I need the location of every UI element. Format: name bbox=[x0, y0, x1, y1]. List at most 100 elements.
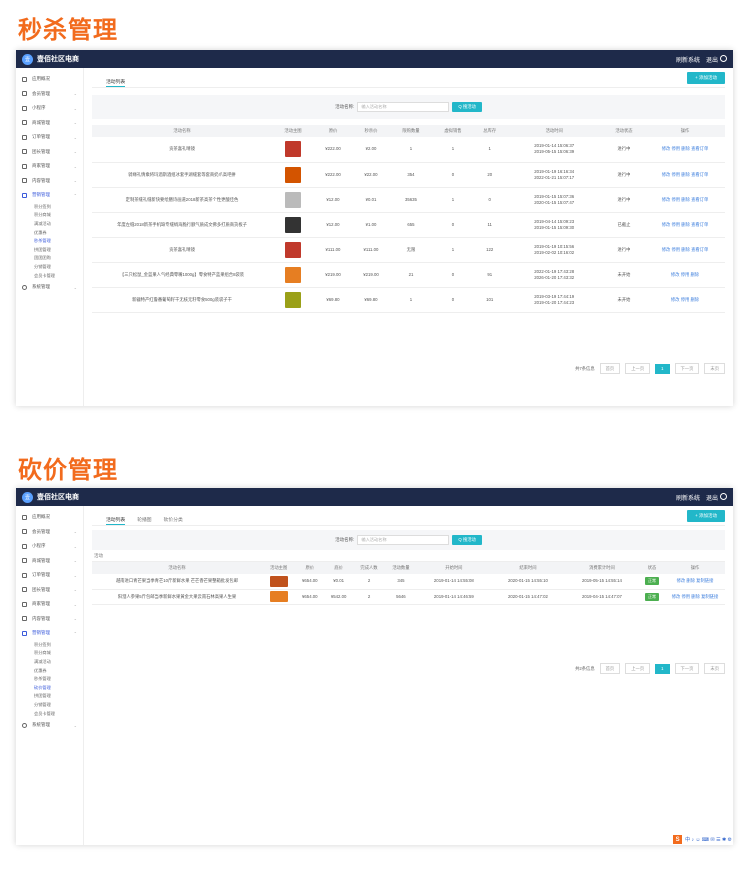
product-thumbnail bbox=[285, 191, 301, 208]
sidebar-subitem[interactable]: 会员卡管理 bbox=[16, 709, 83, 718]
row-actions[interactable]: 修改 停用 删除 bbox=[645, 287, 725, 313]
sidebar-subitem-seckill[interactable]: 秒杀管理 bbox=[16, 237, 83, 246]
last-page-button[interactable]: 末页 bbox=[704, 363, 725, 374]
logout-button[interactable]: 退出 bbox=[706, 54, 727, 64]
thumbnail-cell bbox=[272, 187, 314, 213]
sidebar-item-leaders[interactable]: 团长管理 ⌄ bbox=[16, 145, 83, 160]
sidebar-subitem[interactable]: 拼团管理 bbox=[16, 245, 83, 254]
product-name: 定制茶缝礼缝新快要绘膳诗画道2018新茶高茶个性更酸佳色 bbox=[92, 187, 272, 213]
search-input[interactable]: 输入活动名称 bbox=[357, 535, 450, 545]
product-thumbnail bbox=[269, 591, 288, 602]
status-text: 进行中 bbox=[602, 237, 645, 263]
row-actions[interactable]: 修改 删除 复制链接 bbox=[665, 574, 725, 590]
sidebar-item-label: 订单管理 bbox=[32, 572, 50, 578]
column-header: 秒杀价 bbox=[351, 125, 390, 137]
first-page-button[interactable]: 首页 bbox=[599, 663, 621, 674]
sidebar-subitem[interactable]: 满减活动 bbox=[16, 220, 83, 229]
sidebar-item-merchants[interactable]: 商家管理 ⌄ bbox=[16, 159, 83, 174]
prev-page-button[interactable]: 上一页 bbox=[625, 663, 651, 674]
refresh-button[interactable]: 刷新系统 bbox=[676, 493, 700, 502]
sidebar-subitem-bargain[interactable]: 砍价管理 bbox=[16, 683, 83, 692]
chevron-down-icon: ⌄ bbox=[73, 284, 77, 290]
sidebar-subitem[interactable]: 积分签到 bbox=[16, 641, 83, 650]
sidebar-subitem[interactable]: 会员卡管理 bbox=[16, 271, 83, 280]
virtual-sales: 0 bbox=[431, 162, 474, 188]
row-actions[interactable]: 修改 停用 删除 查看订单 bbox=[645, 237, 725, 263]
search-button[interactable]: Q 搜活动 bbox=[452, 102, 482, 112]
row-actions[interactable]: 修改 停用 删除 bbox=[645, 262, 725, 288]
sidebar-item-overview[interactable]: 应用概况 bbox=[16, 510, 83, 525]
sidebar-subitem[interactable]: 优惠券 bbox=[16, 228, 83, 237]
sidebar-item-members[interactable]: 会员管理 ⌄ bbox=[16, 525, 83, 540]
sidebar-subitem[interactable]: 团团团购 bbox=[16, 254, 83, 263]
activity-time: 2019-04-14 15:09:23 2019-01-15 15:09:30 bbox=[505, 212, 603, 238]
sidebar-subitem[interactable]: 积分商城 bbox=[16, 649, 83, 658]
page-1-button[interactable]: 1 bbox=[655, 663, 670, 674]
sidebar-subitem[interactable]: 秒杀管理 bbox=[16, 675, 83, 684]
row-actions[interactable]: 修改 停用 删除 查看订单 bbox=[645, 212, 725, 238]
sidebar-item-miniapp[interactable]: 小程序 ⌄ bbox=[16, 539, 83, 554]
sidebar-item-label: 小程序 bbox=[32, 543, 46, 549]
page-1-button[interactable]: 1 bbox=[655, 363, 670, 374]
sidebar: 应用概况 会员管理 ⌄ 小程序 ⌄ 商城管理 ⌄ 订单管理 ⌄ 团长管理 ⌄ 商家管理 ⌄ … bbox=[16, 68, 84, 406]
input-method-icon[interactable]: S bbox=[673, 835, 683, 844]
sidebar-subitem[interactable]: 拼团管理 bbox=[16, 692, 83, 701]
logout-button[interactable]: 退出 bbox=[706, 492, 727, 502]
limit-quantity: 无限 bbox=[389, 237, 432, 263]
table-row: 新疆特产红鲁番葡萄籽干无核无籽零食500g装袋子干 ¥69.80 ¥69.80 1 0 1… bbox=[92, 287, 725, 313]
merchant-icon bbox=[22, 601, 27, 607]
sidebar-subitem[interactable]: 分销管理 bbox=[16, 263, 83, 272]
tab-activity-list[interactable]: 活动列表 bbox=[106, 74, 126, 87]
activity-time: 2019-01-14 15:06:37 2019-05-15 15:06:39 bbox=[505, 137, 603, 163]
sidebar-item-marketing[interactable]: 营销管理 ⌃ bbox=[16, 188, 83, 203]
tab-bargain-category[interactable]: 砍价分类 bbox=[164, 512, 183, 525]
sidebar-item-miniapp[interactable]: 小程序 ⌄ bbox=[16, 101, 83, 116]
add-activity-button[interactable]: + 添加活动 bbox=[687, 72, 725, 84]
prev-page-button[interactable]: 上一页 bbox=[625, 363, 651, 374]
row-actions[interactable]: 修改 停用 删除 查看订单 bbox=[645, 137, 725, 163]
product-name: 【三只松鼠_金蓝果人气经典零嘴1000g】零食特产蓝果组合8袋装 bbox=[92, 262, 272, 288]
sidebar-item-shop[interactable]: 商城管理 ⌄ bbox=[16, 554, 83, 569]
tab-carousel[interactable]: 轮播图 bbox=[137, 512, 151, 525]
next-page-button[interactable]: 下一页 bbox=[674, 663, 700, 674]
sidebar-subitem[interactable]: 优惠券 bbox=[16, 666, 83, 675]
sidebar-item-overview[interactable]: 应用概况 bbox=[16, 72, 83, 87]
seckill-price: ¥111.00 bbox=[351, 237, 390, 263]
sidebar-item-content[interactable]: 内容管理 ⌄ bbox=[16, 612, 83, 627]
search-bar: 活动名称: 输入活动名称 Q 搜活动 bbox=[92, 95, 725, 119]
refresh-button[interactable]: 刷新系统 bbox=[676, 55, 700, 64]
sidebar-subitem[interactable]: 积分商城 bbox=[16, 211, 83, 220]
sidebar-item-leaders[interactable]: 团长管理 ⌄ bbox=[16, 583, 83, 598]
sidebar-item-members[interactable]: 会员管理 ⌄ bbox=[16, 87, 83, 102]
exit-icon bbox=[720, 54, 727, 62]
original-price: ¥111.00 bbox=[314, 237, 352, 263]
row-actions[interactable]: 修改 停用 删除 查看订单 bbox=[645, 162, 725, 188]
sidebar-item-content[interactable]: 内容管理 ⌄ bbox=[16, 174, 83, 189]
add-activity-button[interactable]: + 添加活动 bbox=[687, 510, 725, 522]
sidebar-subitem[interactable]: 满减活动 bbox=[16, 658, 83, 667]
sidebar-item-orders[interactable]: 订单管理 ⌄ bbox=[16, 568, 83, 583]
sidebar-item-merchants[interactable]: 商家管理 ⌄ bbox=[16, 597, 83, 612]
shop-icon bbox=[22, 558, 27, 564]
column-header: 活动状态 bbox=[602, 125, 645, 137]
sidebar-subitem[interactable]: 分销管理 bbox=[16, 701, 83, 710]
sidebar-item-marketing[interactable]: 营销管理 ⌃ bbox=[16, 626, 83, 641]
row-actions[interactable]: 修改 停用 删除 复制链接 bbox=[665, 589, 725, 605]
first-page-button[interactable]: 首页 bbox=[599, 363, 621, 374]
search-button[interactable]: Q 搜活动 bbox=[452, 535, 482, 545]
row-actions[interactable]: 修改 停用 删除 查看订单 bbox=[645, 187, 725, 213]
sidebar-item-orders[interactable]: 订单管理 ⌄ bbox=[16, 130, 83, 145]
tab-activity-list[interactable]: 活动列表 bbox=[106, 512, 126, 525]
status-text: 进行中 bbox=[602, 162, 645, 188]
sidebar-subitem[interactable]: 积分签到 bbox=[16, 203, 83, 212]
last-page-button[interactable]: 末页 bbox=[704, 663, 725, 674]
sidebar-item-system[interactable]: 系统管理 ⌄ bbox=[16, 280, 83, 295]
column-header: 活动时间 bbox=[505, 125, 603, 137]
table-row: 【三只松鼠_金蓝果人气经典零嘴1000g】零食特产蓝果组合8袋装 ¥219.00 ¥… bbox=[92, 262, 725, 288]
next-page-button[interactable]: 下一页 bbox=[674, 363, 700, 374]
completed-count: 2 bbox=[353, 589, 385, 605]
search-input[interactable]: 输入活动名称 bbox=[357, 102, 450, 112]
original-price: ¥12.00 bbox=[314, 187, 352, 213]
sidebar-item-system[interactable]: 系统管理 ⌄ bbox=[16, 718, 83, 733]
sidebar-item-shop[interactable]: 商城管理 ⌄ bbox=[16, 116, 83, 131]
